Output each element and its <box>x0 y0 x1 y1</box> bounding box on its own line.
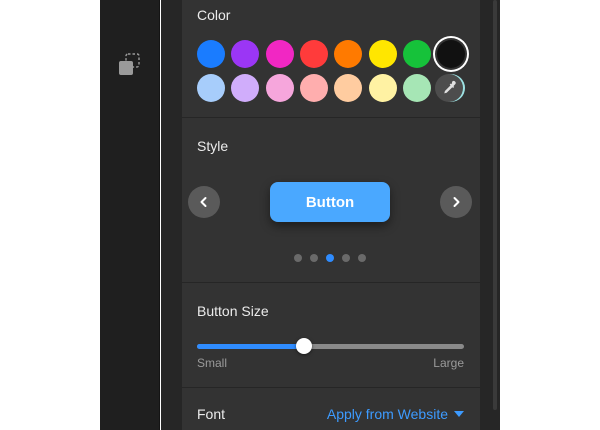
color-swatch[interactable] <box>231 74 260 102</box>
color-swatch[interactable] <box>402 74 431 102</box>
right-gutter <box>480 0 500 430</box>
chevron-left-icon <box>200 197 207 207</box>
pagination-dot[interactable] <box>342 254 350 262</box>
pagination-dot[interactable] <box>294 254 302 262</box>
section-divider <box>182 387 480 388</box>
color-swatch[interactable] <box>368 40 397 68</box>
panel-scrollbar[interactable] <box>493 0 497 410</box>
color-swatch[interactable] <box>265 74 294 102</box>
color-swatch[interactable] <box>197 40 225 68</box>
font-dropdown[interactable]: Apply from Website <box>327 406 464 422</box>
color-section-title: Color <box>197 7 231 23</box>
pagination-dot[interactable] <box>310 254 318 262</box>
size-max-label: Large <box>433 356 464 370</box>
design-settings-panel: Color Style Button Button Size Small Lar… <box>182 0 480 430</box>
size-min-label: Small <box>197 356 228 370</box>
eyedropper-icon <box>444 80 456 94</box>
font-label: Font <box>197 406 226 422</box>
style-next-button[interactable] <box>440 186 472 218</box>
style-section-title: Style <box>197 138 229 154</box>
section-divider <box>182 282 480 283</box>
font-dropdown-value: Apply from Website <box>326 406 448 422</box>
slider-fill <box>197 344 304 349</box>
chevron-right-icon <box>453 197 460 207</box>
color-swatch[interactable] <box>437 40 466 68</box>
pagination-dot[interactable] <box>326 254 334 262</box>
color-swatch[interactable] <box>334 40 363 68</box>
color-swatch[interactable] <box>299 40 328 68</box>
slider-thumb[interactable] <box>295 338 312 354</box>
section-divider <box>182 117 480 118</box>
color-swatch[interactable] <box>334 74 363 102</box>
color-swatch[interactable] <box>197 74 225 102</box>
color-swatch[interactable] <box>231 40 260 68</box>
pagination-dot[interactable] <box>358 254 366 262</box>
caret-down-icon <box>454 411 464 417</box>
style-preview-button[interactable]: Button <box>270 182 390 222</box>
app-canvas: Color Style Button Button Size Small Lar… <box>0 0 600 430</box>
color-swatch[interactable] <box>265 40 294 68</box>
color-swatch[interactable] <box>368 74 397 102</box>
button-size-section-title: Button Size <box>197 303 269 319</box>
style-prev-button[interactable] <box>188 186 220 218</box>
style-pagination-dots <box>294 254 374 264</box>
color-swatch[interactable] <box>402 40 431 68</box>
panel-gutter <box>161 0 182 430</box>
color-picker-button[interactable] <box>435 74 463 102</box>
duplicate-layers-icon[interactable] <box>117 52 143 78</box>
color-swatch[interactable] <box>299 74 328 102</box>
button-size-slider[interactable] <box>197 338 464 354</box>
